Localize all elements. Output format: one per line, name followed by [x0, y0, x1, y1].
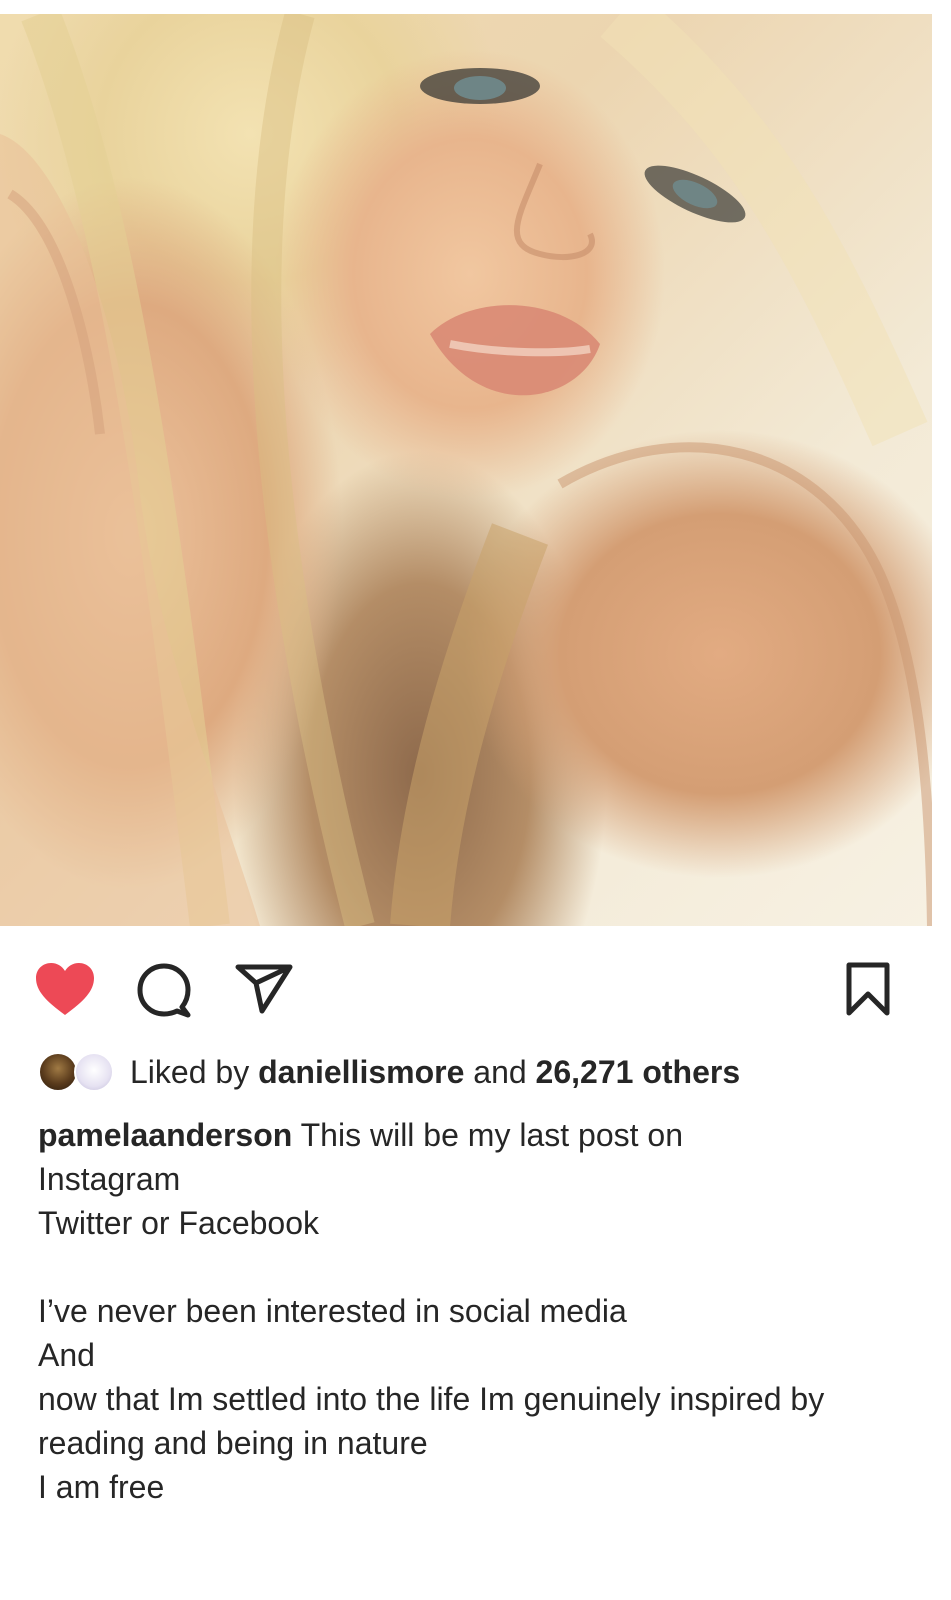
likes-prefix: Liked by — [130, 1054, 250, 1090]
post-caption: pamelaanderson This will be my last post… — [38, 1113, 918, 1509]
caption-line: I’ve never been interested in social med… — [38, 1293, 627, 1329]
likes-text: Liked by daniellismore and 26,271 others — [130, 1050, 740, 1094]
caption-text: This will be my last post on — [300, 1117, 683, 1153]
heart-icon[interactable] — [34, 961, 96, 1017]
photo-illustration — [0, 14, 932, 926]
caption-line: reading and being in nature — [38, 1425, 428, 1461]
comment-icon[interactable] — [136, 963, 192, 1019]
send-icon[interactable] — [234, 963, 294, 1015]
caption-line: Instagram — [38, 1161, 181, 1197]
caption-line: now that Im settled into the life Im gen… — [38, 1381, 825, 1417]
avatar — [74, 1052, 114, 1092]
caption-line: Twitter or Facebook — [38, 1205, 319, 1241]
caption-line: And — [38, 1337, 95, 1373]
likes-middle: and — [473, 1054, 527, 1090]
likes-count[interactable]: 26,271 others — [536, 1054, 741, 1090]
caption-username[interactable]: pamelaanderson — [38, 1117, 292, 1153]
avatar — [38, 1052, 78, 1092]
post-actions-bar — [0, 955, 951, 1019]
post-photo[interactable] — [0, 14, 932, 926]
caption-line: I am free — [38, 1469, 165, 1505]
bookmark-icon[interactable] — [844, 961, 892, 1017]
caption-first-line: pamelaanderson This will be my last post… — [38, 1113, 918, 1157]
liker-avatars — [38, 1050, 118, 1094]
likes-summary[interactable]: Liked by daniellismore and 26,271 others — [38, 1050, 740, 1094]
liker-username[interactable]: daniellismore — [258, 1054, 464, 1090]
